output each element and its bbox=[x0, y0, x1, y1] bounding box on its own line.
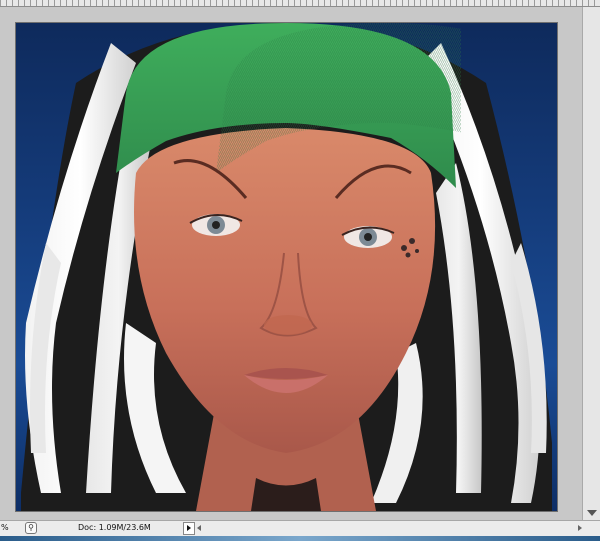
magnifier-icon[interactable]: ⚲ bbox=[25, 522, 37, 534]
arrow-down-icon[interactable] bbox=[587, 510, 597, 516]
taskbar-strip bbox=[0, 536, 600, 541]
arrow-right-icon[interactable] bbox=[578, 525, 582, 531]
canvas-area[interactable] bbox=[0, 7, 582, 520]
horizontal-scrollbar[interactable] bbox=[205, 523, 575, 533]
triangle-right-icon[interactable] bbox=[183, 522, 195, 535]
doc-size-readout: Doc: 1.09M/23.6M bbox=[78, 523, 151, 532]
image-canvas[interactable] bbox=[15, 22, 558, 512]
document-window: % ⚲ Doc: 1.09M/23.6M bbox=[0, 0, 600, 541]
portrait-image bbox=[21, 23, 552, 511]
status-bar: % ⚲ Doc: 1.09M/23.6M bbox=[0, 520, 600, 536]
vertical-scrollbar[interactable] bbox=[582, 7, 600, 520]
top-ruler bbox=[0, 0, 600, 7]
zoom-readout[interactable]: % bbox=[1, 523, 9, 532]
arrow-left-icon[interactable] bbox=[197, 525, 201, 531]
